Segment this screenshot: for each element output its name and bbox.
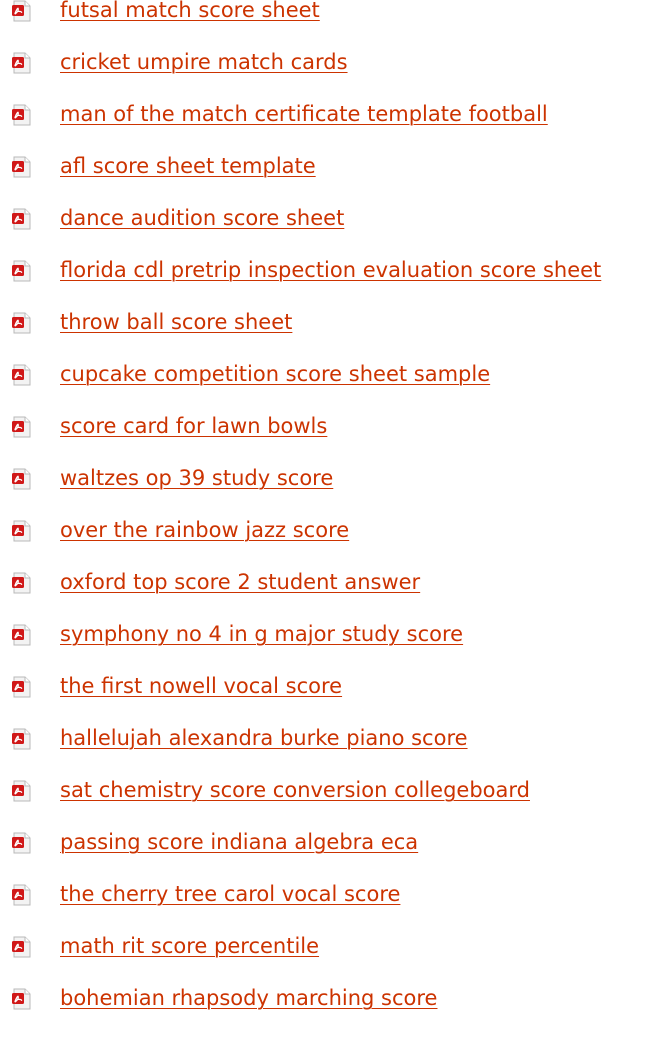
list-item: math rit score percentile [0, 936, 666, 988]
list-item: oxford top score 2 student answer [0, 572, 666, 624]
document-link[interactable]: man of the match certificate template fo… [60, 104, 548, 125]
document-link[interactable]: symphony no 4 in g major study score [60, 624, 463, 645]
list-item: afl score sheet template [0, 156, 666, 208]
list-item: passing score indiana algebra eca [0, 832, 666, 884]
list-item: the cherry tree carol vocal score [0, 884, 666, 936]
list-item: man of the match certificate template fo… [0, 104, 666, 156]
pdf-document-icon [11, 520, 33, 542]
document-link[interactable]: the first nowell vocal score [60, 676, 342, 697]
pdf-document-icon [11, 624, 33, 646]
list-item: waltzes op 39 study score [0, 468, 666, 520]
document-link-list: futsal match score sheet cricket umpire … [0, 0, 666, 1040]
pdf-document-icon [11, 936, 33, 958]
document-link[interactable]: afl score sheet template [60, 156, 316, 177]
list-item: florida cdl pretrip inspection evaluatio… [0, 260, 666, 312]
list-item: symphony no 4 in g major study score [0, 624, 666, 676]
document-link[interactable]: futsal match score sheet [60, 0, 320, 21]
list-item: futsal match score sheet [0, 0, 666, 52]
pdf-document-icon [11, 104, 33, 126]
list-item: over the rainbow jazz score [0, 520, 666, 572]
pdf-document-icon [11, 832, 33, 854]
document-link[interactable]: throw ball score sheet [60, 312, 292, 333]
pdf-document-icon [11, 312, 33, 334]
list-item: cricket umpire match cards [0, 52, 666, 104]
document-link[interactable]: passing score indiana algebra eca [60, 832, 418, 853]
document-link[interactable]: cricket umpire match cards [60, 52, 348, 73]
list-item: the first nowell vocal score [0, 676, 666, 728]
list-item: hallelujah alexandra burke piano score [0, 728, 666, 780]
document-link[interactable]: the cherry tree carol vocal score [60, 884, 400, 905]
pdf-document-icon [11, 260, 33, 282]
pdf-document-icon [11, 988, 33, 1010]
document-link[interactable]: waltzes op 39 study score [60, 468, 333, 489]
pdf-document-icon [11, 728, 33, 750]
pdf-document-icon [11, 0, 33, 22]
document-link[interactable]: oxford top score 2 student answer [60, 572, 420, 593]
pdf-document-icon [11, 780, 33, 802]
pdf-document-icon [11, 52, 33, 74]
list-item: dance audition score sheet [0, 208, 666, 260]
list-item: throw ball score sheet [0, 312, 666, 364]
list-item: bohemian rhapsody marching score [0, 988, 666, 1040]
pdf-document-icon [11, 208, 33, 230]
list-item: score card for lawn bowls [0, 416, 666, 468]
document-link[interactable]: cupcake competition score sheet sample [60, 364, 490, 385]
document-link[interactable]: math rit score percentile [60, 936, 319, 957]
list-item: cupcake competition score sheet sample [0, 364, 666, 416]
document-link[interactable]: bohemian rhapsody marching score [60, 988, 437, 1009]
document-link[interactable]: sat chemistry score conversion collegebo… [60, 780, 530, 801]
pdf-document-icon [11, 416, 33, 438]
document-link[interactable]: over the rainbow jazz score [60, 520, 349, 541]
pdf-document-icon [11, 468, 33, 490]
document-link[interactable]: florida cdl pretrip inspection evaluatio… [60, 260, 601, 281]
pdf-document-icon [11, 884, 33, 906]
pdf-document-icon [11, 572, 33, 594]
pdf-document-icon [11, 156, 33, 178]
list-item: sat chemistry score conversion collegebo… [0, 780, 666, 832]
document-link[interactable]: score card for lawn bowls [60, 416, 327, 437]
pdf-document-icon [11, 676, 33, 698]
document-link[interactable]: hallelujah alexandra burke piano score [60, 728, 468, 749]
pdf-document-icon [11, 364, 33, 386]
document-link[interactable]: dance audition score sheet [60, 208, 344, 229]
